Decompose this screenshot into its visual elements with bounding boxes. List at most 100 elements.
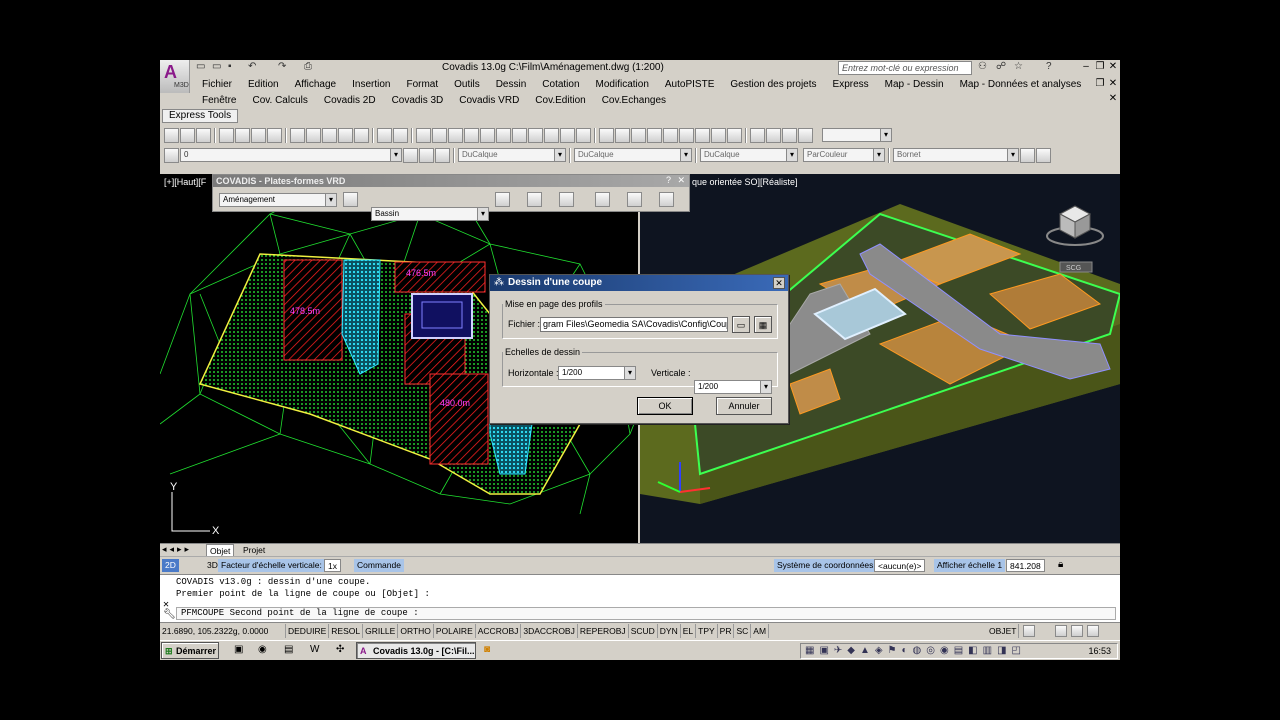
palette-help-icon[interactable]: ? [666, 175, 671, 185]
quicklaunch-word-icon[interactable]: W [310, 644, 319, 655]
menu-cov-echanges[interactable]: Cov.Echanges [594, 93, 674, 108]
zoom-extents-icon[interactable] [727, 127, 742, 143]
zoom-realtime-icon[interactable] [432, 127, 447, 143]
menu-express[interactable]: Express [825, 77, 877, 92]
quicklaunch-explorer-icon[interactable]: ▤ [284, 644, 293, 655]
palette-tool-5-icon[interactable] [595, 192, 610, 207]
cancel-button[interactable]: Annuler [716, 397, 772, 415]
file-path-input[interactable]: gram Files\Geomedia SA\Covadis\Config\Co… [540, 317, 728, 332]
undo-icon[interactable] [377, 127, 392, 143]
sheet-set-icon[interactable] [528, 127, 543, 143]
palette-tool-4-icon[interactable] [559, 192, 574, 207]
viewport-right-label[interactable]: que orientée SO][Réaliste] [692, 177, 798, 187]
markup-icon[interactable] [544, 127, 559, 143]
tray-icons[interactable]: ▦▣✈◆▲◈⚑◐◍◎◉▤◧▥◨◰ [805, 645, 1026, 656]
toggle-dyn[interactable]: DYN [658, 624, 681, 638]
tool-palettes-icon[interactable] [512, 127, 527, 143]
zoom-center-icon[interactable] [647, 127, 662, 143]
block-editor-icon[interactable] [354, 127, 369, 143]
toggle-ortho[interactable]: ORTHO [398, 624, 434, 638]
palette-tool-7-icon[interactable] [659, 192, 674, 207]
palette-close-icon[interactable]: ✕ [677, 175, 685, 186]
app-logo[interactable]: A M3D [160, 60, 190, 93]
dialog-close-button[interactable]: ✕ [773, 277, 785, 289]
objet-button[interactable]: OBJET [987, 624, 1020, 638]
linetype-combo[interactable]: DuCalque [574, 148, 692, 162]
close-button[interactable]: ✕ [1107, 61, 1119, 73]
menu-affichage[interactable]: Affichage [287, 77, 345, 92]
help-icon[interactable]: ? [1046, 61, 1052, 72]
toggle-tpy[interactable]: TPY [696, 624, 718, 638]
taskbar-covadis-button[interactable]: A Covadis 13.0g - [C:\Fil... [356, 642, 476, 659]
annotation-icon[interactable] [1071, 625, 1084, 637]
menu-fenetre[interactable]: Fenêtre [194, 93, 244, 108]
zoom-window-icon[interactable] [448, 127, 463, 143]
lock-icon[interactable]: 🔒︎ [1058, 559, 1063, 570]
palette-tool-1-icon[interactable] [343, 192, 358, 207]
tab-nav-arrows-icon[interactable]: ◂◂▸▸ [162, 544, 192, 555]
zoom-previous-icon[interactable] [464, 127, 479, 143]
tab-express-tools[interactable]: Express Tools [162, 109, 239, 123]
minimize-button[interactable]: – [1080, 61, 1092, 73]
browse-folder-icon[interactable]: ▭ [732, 316, 750, 333]
make-current-icon[interactable] [403, 147, 418, 163]
palette-tool-6-icon[interactable] [627, 192, 642, 207]
fullscreen-icon[interactable] [1087, 625, 1100, 637]
match-properties-icon[interactable] [338, 127, 353, 143]
viewcube-label[interactable]: SCG [1066, 265, 1081, 272]
palette-combo-object[interactable]: Bassin [371, 207, 489, 221]
layer-combo[interactable]: 0 [180, 148, 402, 162]
file-options-icon[interactable]: ▦ [754, 316, 772, 333]
zoom-window-2-icon[interactable] [599, 127, 614, 143]
3d-dwf-icon[interactable] [267, 127, 282, 143]
coord-system-value[interactable]: <aucun(e)> [874, 559, 926, 572]
search-input[interactable]: Entrez mot-clé ou expression [838, 61, 972, 75]
command-settings-icon[interactable]: 🔧︎ [163, 609, 176, 621]
display-scale-value[interactable]: 841.208 [1006, 559, 1045, 572]
zoom-dynamic-icon[interactable] [615, 127, 630, 143]
palette-tool-3-icon[interactable] [527, 192, 542, 207]
taskbar-media-icon[interactable]: ◙ [484, 644, 490, 655]
quicklaunch-browser-icon[interactable]: ◉ [258, 644, 267, 655]
toggle-polaire[interactable]: POLAIRE [434, 624, 476, 638]
view-3-icon[interactable] [782, 127, 797, 143]
doc-close-button-2[interactable]: ✕ [1107, 93, 1119, 105]
plotstyle-combo[interactable]: ParCouleur [803, 148, 885, 162]
communication-icon[interactable]: ☍ [996, 61, 1006, 72]
layout-icon[interactable] [1023, 625, 1036, 637]
layer-manager-icon[interactable] [164, 147, 179, 163]
start-button[interactable]: ⊞ Démarrer [161, 642, 219, 659]
copy-icon[interactable] [306, 127, 321, 143]
zoom-object-icon[interactable] [663, 127, 678, 143]
binoculars-icon[interactable]: ⚇ [978, 61, 987, 72]
print-icon[interactable]: ⎙ [304, 61, 312, 72]
scale-factor-value[interactable]: 1x [324, 559, 341, 572]
restore-button[interactable]: ❐ [1094, 61, 1106, 73]
mode-2d-toggle[interactable]: 2D [162, 559, 179, 572]
doc-restore-button[interactable]: ❐ [1094, 78, 1106, 90]
quicklaunch-app-icon[interactable]: ✣ [336, 644, 344, 655]
new-file-icon[interactable]: ▭ [196, 61, 205, 72]
preview-icon[interactable] [235, 127, 250, 143]
menu-map-donnees[interactable]: Map - Données et analyses [952, 77, 1090, 92]
toggle-reperobj[interactable]: REPEROBJ [578, 624, 629, 638]
toggle-am[interactable]: AM [751, 624, 770, 638]
design-center-icon[interactable] [496, 127, 511, 143]
menu-cotation[interactable]: Cotation [534, 77, 587, 92]
menu-cov-calculs[interactable]: Cov. Calculs [244, 93, 315, 108]
toggle-grille[interactable]: GRILLE [363, 624, 399, 638]
horizontal-scale-select[interactable]: 1/200 [558, 366, 636, 380]
toggle-el[interactable]: EL [681, 624, 697, 638]
paste-icon[interactable] [322, 127, 337, 143]
quicklaunch-desktop-icon[interactable]: ▣ [234, 644, 243, 655]
new-icon[interactable] [164, 127, 179, 143]
menu-map-dessin[interactable]: Map - Dessin [877, 77, 952, 92]
command-input[interactable]: PFMCOUPE Second point de la ligne de cou… [176, 607, 1116, 620]
bornet-combo[interactable]: Bornet [893, 148, 1019, 162]
favorites-icon[interactable]: ☆ [1014, 61, 1023, 72]
save-icon[interactable]: ▪ [228, 61, 232, 72]
menu-outils[interactable]: Outils [446, 77, 488, 92]
help-icon[interactable] [576, 127, 591, 143]
menu-covadis-vrd[interactable]: Covadis VRD [451, 93, 527, 108]
view-2-icon[interactable] [766, 127, 781, 143]
